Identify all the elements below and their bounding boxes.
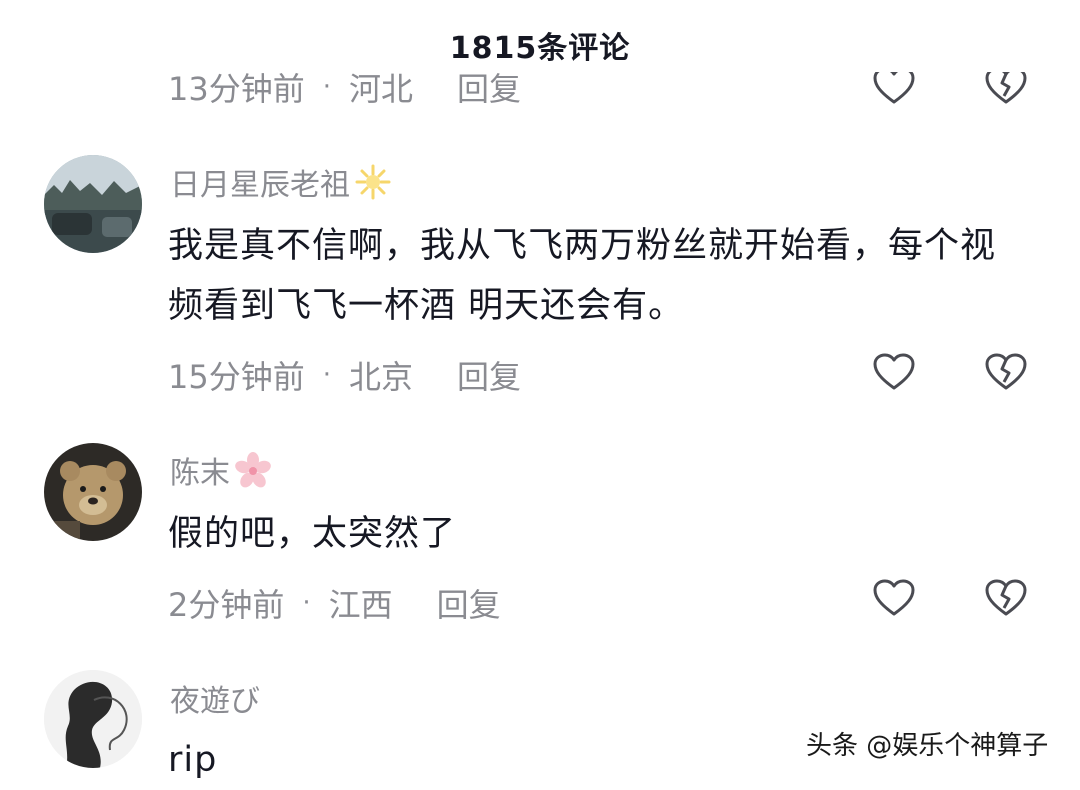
comment-location: 北京 <box>349 358 414 396</box>
username[interactable]: 夜遊び <box>170 676 260 720</box>
reply-button[interactable]: 回复 <box>457 352 521 398</box>
dislike-broken-heart-icon[interactable] <box>984 578 1028 618</box>
comment-text: 我是真不信啊，我从飞飞两万粉丝就开始看，每个视频看到飞飞一杯酒 明天还会有。 <box>168 226 997 326</box>
username-text: 日月星辰老祖 <box>170 168 350 203</box>
reply-button[interactable]: 回复 <box>437 580 501 626</box>
watermark: 头条 @娱乐个神算子 <box>806 731 1049 761</box>
like-heart-icon[interactable] <box>872 66 916 106</box>
sakura-icon <box>235 452 271 488</box>
dislike-broken-heart-icon[interactable] <box>984 352 1028 392</box>
dislike-broken-heart-icon[interactable] <box>984 66 1028 106</box>
avatar[interactable] <box>44 155 142 253</box>
username-text: 夜遊び <box>170 684 260 719</box>
comment-time: 15分钟前 <box>168 358 305 396</box>
comment-count-title: 1815条评论 <box>449 31 631 66</box>
like-heart-icon[interactable] <box>872 352 916 392</box>
username-text: 陈末 <box>170 456 230 491</box>
sun-glow-icon <box>355 164 391 200</box>
like-heart-icon[interactable] <box>872 578 916 618</box>
avatar[interactable] <box>44 670 142 768</box>
comment-meta: 15分钟前 · 北京 回复 <box>168 352 521 398</box>
meta-separator: · <box>322 360 331 390</box>
comment-location: 江西 <box>328 586 393 624</box>
avatar[interactable] <box>44 443 142 541</box>
comments-header: 1815条评论 <box>0 0 1080 72</box>
comment-time: 2分钟前 <box>168 586 285 624</box>
meta-separator: · <box>322 72 331 102</box>
username[interactable]: 陈末 <box>170 448 272 492</box>
comment-meta: 2分钟前 · 江西 回复 <box>168 580 501 626</box>
username[interactable]: 日月星辰老祖 <box>170 160 392 204</box>
meta-separator: · <box>302 588 311 618</box>
comment-text: 假的吧，太突然了 <box>168 514 457 554</box>
